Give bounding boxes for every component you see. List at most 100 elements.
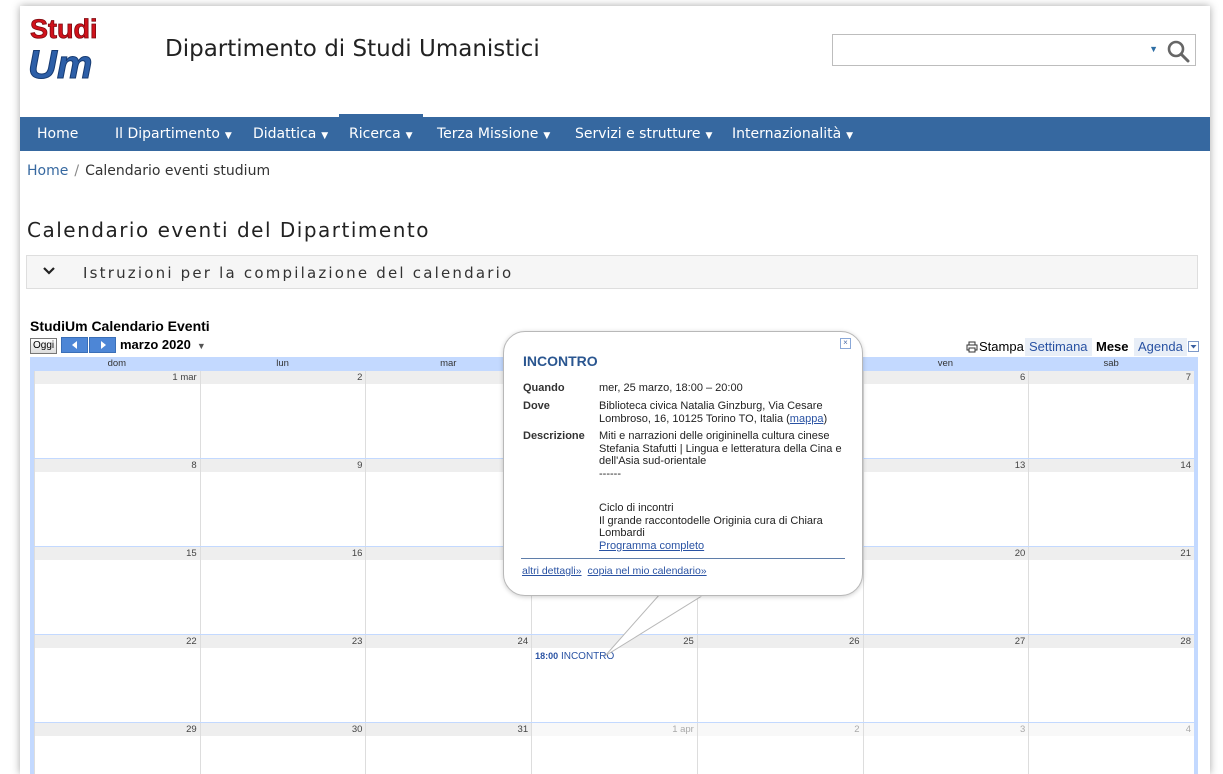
- day-number[interactable]: 9: [200, 459, 366, 472]
- calendar-day-cell[interactable]: 7: [1028, 371, 1194, 459]
- nav-item-ricerca[interactable]: Ricerca ▼: [339, 114, 423, 151]
- calendar-day-cell[interactable]: 28: [1028, 635, 1194, 723]
- calendar-day-cell[interactable]: 2: [696, 723, 863, 774]
- calendar-day-cell[interactable]: 23: [199, 635, 366, 723]
- map-link[interactable]: mappa: [790, 413, 824, 425]
- nav-label: Home: [37, 126, 79, 142]
- search-icon[interactable]: [1166, 39, 1190, 63]
- calendar-day-cell[interactable]: 1 mar: [34, 371, 200, 459]
- calendar-event[interactable]: 18:00 INCONTRO: [535, 651, 614, 662]
- day-number[interactable]: 27: [863, 635, 1029, 648]
- calendar-day-cell[interactable]: 14: [1028, 459, 1194, 547]
- nav-item-servizi[interactable]: Servizi e strutture ▼: [575, 117, 712, 151]
- event-time: 18:00: [535, 651, 559, 661]
- view-month-tab[interactable]: Mese: [1092, 338, 1133, 356]
- day-number[interactable]: 20: [863, 547, 1029, 560]
- chevron-down-icon[interactable]: [41, 263, 57, 279]
- nav-label: Terza Missione: [437, 126, 539, 142]
- nav-item-didattica[interactable]: Didattica ▼: [253, 117, 328, 151]
- month-label: marzo 2020: [120, 337, 191, 352]
- description-value-2: Ciclo di incontri Il grande raccontodell…: [599, 502, 849, 552]
- day-number[interactable]: 1 mar: [35, 371, 200, 384]
- day-number[interactable]: 30: [200, 723, 366, 736]
- studium-logo[interactable]: Studi Um: [28, 12, 114, 88]
- weekday-label: dom: [107, 358, 127, 369]
- day-number[interactable]: 13: [863, 459, 1029, 472]
- print-button[interactable]: Stampa: [962, 338, 1028, 356]
- nav-item-dipartimento[interactable]: Il Dipartimento ▼: [115, 117, 232, 151]
- day-number[interactable]: 15: [35, 547, 200, 560]
- calendar-day-cell[interactable]: 9: [199, 459, 366, 547]
- today-button[interactable]: Oggi: [30, 338, 58, 354]
- calendar-day-cell[interactable]: 4: [1028, 723, 1194, 774]
- day-number[interactable]: 23: [200, 635, 366, 648]
- site-title[interactable]: Dipartimento di Studi Umanistici: [165, 36, 540, 62]
- main-navbar: Home Il Dipartimento ▼ Didattica ▼ Ricerca…: [20, 114, 1210, 151]
- breadcrumb-home-link[interactable]: Home: [27, 163, 68, 179]
- description-line: ------: [599, 467, 621, 480]
- day-number[interactable]: 24: [366, 635, 532, 648]
- breadcrumb-current: Calendario eventi studium: [85, 163, 271, 179]
- calendar-day-cell[interactable]: 16: [199, 547, 366, 635]
- calendar-day-cell[interactable]: 20: [862, 547, 1029, 635]
- search-dropdown-icon[interactable]: ▼: [1149, 44, 1158, 54]
- prev-month-button[interactable]: [61, 337, 88, 353]
- more-details-link[interactable]: altri dettagli»: [522, 565, 582, 577]
- calendar-day-cell[interactable]: 13: [862, 459, 1029, 547]
- page-title: Calendario eventi del Dipartimento: [27, 218, 430, 242]
- day-number[interactable]: 29: [35, 723, 200, 736]
- calendar-day-cell[interactable]: 6: [862, 371, 1029, 459]
- day-number[interactable]: 14: [1029, 459, 1194, 472]
- view-week-tab[interactable]: Settimana: [1025, 338, 1092, 356]
- view-agenda-tab[interactable]: Agenda: [1134, 338, 1187, 356]
- search-box[interactable]: ▼: [832, 34, 1196, 66]
- day-number[interactable]: 22: [35, 635, 200, 648]
- close-icon[interactable]: ×: [840, 338, 851, 349]
- search-input[interactable]: [837, 36, 1141, 66]
- nav-label: Ricerca: [349, 126, 401, 142]
- calendar-day-cell[interactable]: 2: [199, 371, 366, 459]
- day-number[interactable]: 2: [200, 371, 366, 384]
- day-number[interactable]: 16: [200, 547, 366, 560]
- calendar-day-cell[interactable]: 31: [365, 723, 532, 774]
- calendar-day-cell[interactable]: 27: [862, 635, 1029, 723]
- day-number[interactable]: 26: [697, 635, 863, 648]
- day-number[interactable]: 7: [1029, 371, 1194, 384]
- nav-item-terza-missione[interactable]: Terza Missione ▼: [437, 117, 550, 151]
- month-picker[interactable]: marzo 2020 ▼: [120, 337, 206, 352]
- nav-item-home[interactable]: Home: [37, 117, 78, 151]
- calendar-day-cell[interactable]: 30: [199, 723, 366, 774]
- day-number[interactable]: 6: [863, 371, 1029, 384]
- day-number[interactable]: 2: [697, 723, 863, 736]
- day-number[interactable]: 21: [1029, 547, 1194, 560]
- when-label: Quando: [523, 382, 565, 394]
- calendar-day-cell[interactable]: 24: [365, 635, 532, 723]
- calendar-day-cell[interactable]: 22: [34, 635, 200, 723]
- next-month-button[interactable]: [89, 337, 116, 353]
- calendar-day-cell[interactable]: 3: [862, 723, 1029, 774]
- page: Studi Um Dipartimento di Studi Umanistic…: [20, 6, 1210, 774]
- calendar-view-switcher: Stampa Settimana Mese Agenda: [962, 338, 1202, 356]
- caret-down-icon: ▼: [196, 341, 206, 351]
- agenda-dropdown-button[interactable]: [1188, 341, 1199, 352]
- day-number[interactable]: 4: [1029, 723, 1194, 736]
- day-number[interactable]: 8: [35, 459, 200, 472]
- instructions-accordion[interactable]: Istruzioni per la compilazione del calen…: [26, 255, 1198, 289]
- calendar-day-cell[interactable]: 21: [1028, 547, 1194, 635]
- printer-icon: [966, 341, 978, 353]
- calendar-day-cell[interactable]: 26: [696, 635, 863, 723]
- day-number[interactable]: 3: [863, 723, 1029, 736]
- calendar-day-cell[interactable]: 15: [34, 547, 200, 635]
- day-number[interactable]: 31: [366, 723, 532, 736]
- day-number[interactable]: 1 apr: [532, 723, 697, 736]
- description-label: Descrizione: [523, 430, 585, 442]
- calendar-day-cell[interactable]: 8: [34, 459, 200, 547]
- weekday-label: lun: [276, 358, 289, 369]
- program-link[interactable]: Programma completo: [599, 540, 704, 552]
- day-number[interactable]: 28: [1029, 635, 1194, 648]
- nav-label: Servizi e strutture: [575, 126, 701, 142]
- copy-to-calendar-link[interactable]: copia nel mio calendario»: [588, 565, 707, 577]
- calendar-day-cell[interactable]: 1 apr: [531, 723, 697, 774]
- calendar-day-cell[interactable]: 29: [34, 723, 200, 774]
- nav-item-internazionalita[interactable]: Internazionalità ▼: [732, 117, 853, 151]
